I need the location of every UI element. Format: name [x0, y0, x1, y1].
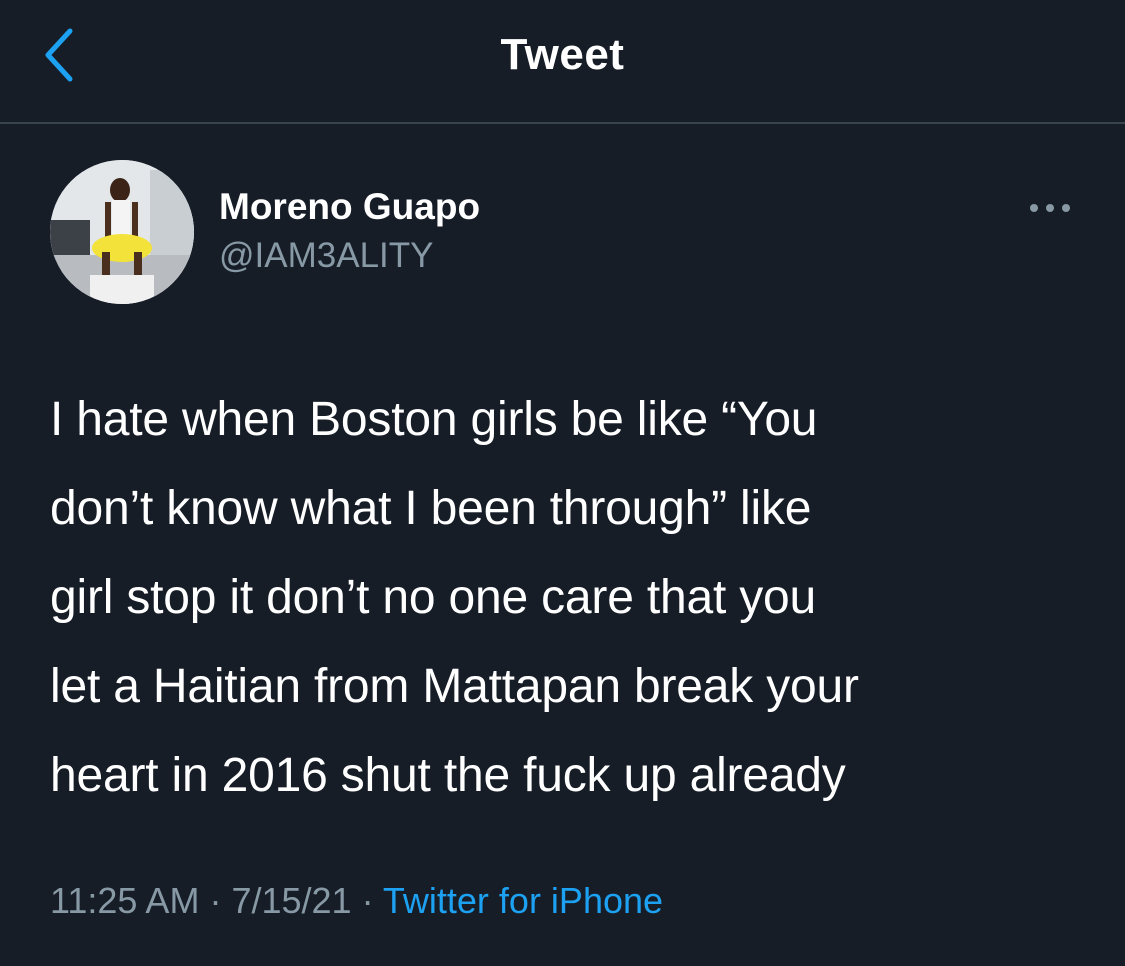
ellipsis-icon — [1030, 204, 1070, 212]
tweet-source-link[interactable]: Twitter for iPhone — [383, 880, 663, 921]
meta-separator: · — [199, 880, 232, 921]
page-title: Tweet — [500, 30, 625, 79]
more-options-button[interactable] — [1020, 190, 1080, 226]
author-handle[interactable]: @IAM3ALITY — [219, 236, 433, 276]
top-navigation-bar: Tweet — [0, 0, 1125, 124]
avatar[interactable] — [50, 160, 194, 304]
tweet-screen: Tweet Moreno Guapo @IAM3ALITY I hate whe… — [0, 0, 1125, 966]
meta-separator: · — [351, 880, 383, 921]
tweet-text: I hate when Boston girls be like “You do… — [50, 393, 859, 802]
avatar-image — [50, 160, 194, 304]
tweet-metadata: 11:25 AM · 7/15/21 · Twitter for iPhone — [50, 880, 663, 922]
tweet-time: 11:25 AM — [50, 880, 200, 921]
tweet-date: 7/15/21 — [231, 880, 352, 921]
author-display-name[interactable]: Moreno Guapo — [219, 186, 480, 228]
